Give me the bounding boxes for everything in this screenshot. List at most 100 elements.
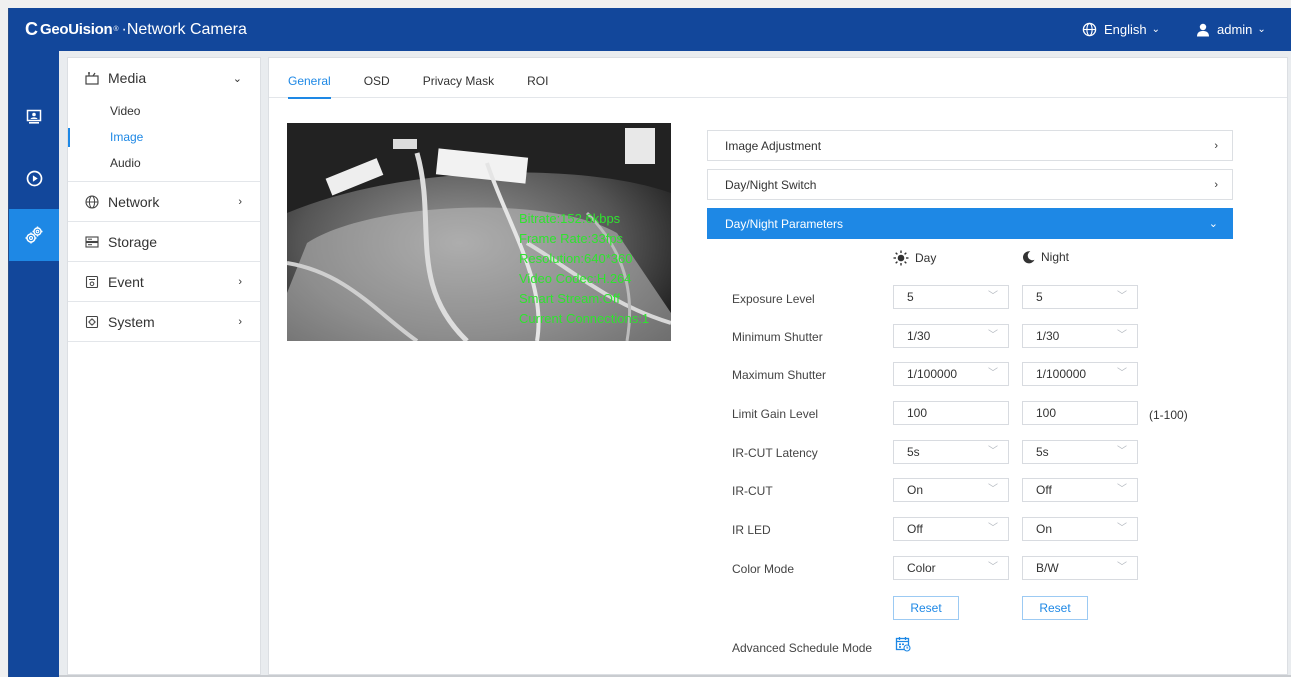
label-advanced-schedule-mode: Advanced Schedule Mode bbox=[732, 641, 873, 655]
moon-icon bbox=[1022, 251, 1035, 264]
minimum-shutter-day-select[interactable]: 1/30 ﹀ bbox=[893, 324, 1009, 348]
color-mode-day-select[interactable]: Color ﹀ bbox=[893, 556, 1009, 580]
exposure-level-night-value: 5 bbox=[1036, 290, 1043, 304]
menu-storage[interactable]: Storage bbox=[68, 222, 260, 262]
language-label: English bbox=[1104, 22, 1147, 37]
chevron-down-icon: ﹀ bbox=[1117, 330, 1127, 341]
globe-icon bbox=[85, 194, 99, 209]
reset-day-button[interactable]: Reset bbox=[893, 596, 959, 620]
logo-brand: GeoUision bbox=[40, 21, 113, 38]
reset-night-button[interactable]: Reset bbox=[1022, 596, 1088, 620]
chevron-down-icon: ﹀ bbox=[1117, 523, 1127, 534]
maximum-shutter-night-select[interactable]: 1/100000 ﹀ bbox=[1022, 362, 1138, 386]
section-day-night-switch[interactable]: Day/Night Switch › bbox=[707, 169, 1233, 200]
ir-cut-latency-day-select[interactable]: 5s ﹀ bbox=[893, 440, 1009, 464]
label-color-mode: Color Mode bbox=[732, 562, 795, 576]
ir-led-day-select[interactable]: Off ﹀ bbox=[893, 517, 1009, 541]
tab-roi[interactable]: ROI bbox=[527, 58, 548, 98]
tab-bar: General OSD Privacy Mask ROI bbox=[269, 58, 1287, 99]
chevron-down-icon: ⌄ bbox=[1151, 24, 1161, 35]
osd-frame-rate: Frame Rate:33fps bbox=[519, 231, 624, 246]
logo-mark: C bbox=[25, 19, 38, 39]
exposure-level-day-select[interactable]: 5 ﹀ bbox=[893, 285, 1009, 309]
exposure-level-night-select[interactable]: 5 ﹀ bbox=[1022, 285, 1138, 309]
side-menu: Media ⌄ Video Image Audio Network › Stor… bbox=[67, 57, 261, 675]
chevron-down-icon: ﹀ bbox=[988, 446, 998, 457]
logo: C GeoUision ® ·Network Camera bbox=[25, 19, 247, 40]
chevron-right-icon: › bbox=[1214, 178, 1218, 191]
limit-gain-level-night-input[interactable]: 100 bbox=[1022, 401, 1138, 425]
label-limit-gain-level: Limit Gain Level bbox=[732, 407, 819, 421]
main-panel: General OSD Privacy Mask ROI Bitrate:152… bbox=[268, 57, 1288, 675]
section-day-night-parameters-label: Day/Night Parameters bbox=[725, 216, 844, 231]
tab-privacy-mask[interactable]: Privacy Mask bbox=[423, 58, 494, 98]
user-name: admin bbox=[1217, 22, 1253, 37]
chevron-down-icon: ﹀ bbox=[988, 330, 998, 341]
color-mode-night-select[interactable]: B/W ﹀ bbox=[1022, 556, 1138, 580]
submenu-video[interactable]: Video bbox=[68, 98, 260, 124]
tab-osd[interactable]: OSD bbox=[364, 58, 390, 98]
day-column-header: Day bbox=[893, 250, 936, 266]
maximum-shutter-night-value: 1/100000 bbox=[1036, 367, 1087, 381]
maximum-shutter-day-select[interactable]: 1/100000 ﹀ bbox=[893, 362, 1009, 386]
rail-settings[interactable] bbox=[9, 209, 59, 261]
chevron-down-icon: ﹀ bbox=[988, 368, 998, 379]
label-ir-cut-latency: IR-CUT Latency bbox=[732, 446, 818, 460]
section-image-adjustment-label: Image Adjustment bbox=[725, 138, 822, 153]
schedule-calendar-icon[interactable] bbox=[895, 636, 911, 655]
product-name: ·Network Camera bbox=[121, 20, 247, 38]
chevron-down-icon: ﹀ bbox=[1117, 484, 1127, 495]
limit-gain-level-day-input[interactable]: 100 bbox=[893, 401, 1009, 425]
label-maximum-shutter: Maximum Shutter bbox=[732, 368, 827, 382]
section-day-night-parameters[interactable]: Day/Night Parameters ⌄ bbox=[707, 208, 1233, 239]
ir-led-night-select[interactable]: On ﹀ bbox=[1022, 517, 1138, 541]
submenu-image[interactable]: Image bbox=[68, 124, 260, 150]
ir-cut-latency-night-select[interactable]: 5s ﹀ bbox=[1022, 440, 1138, 464]
chevron-right-icon: › bbox=[1214, 139, 1218, 152]
system-icon bbox=[85, 315, 99, 329]
rail-live-view[interactable] bbox=[9, 91, 59, 143]
section-image-adjustment[interactable]: Image Adjustment › bbox=[707, 130, 1233, 161]
event-icon bbox=[85, 275, 99, 289]
ir-cut-latency-night-value: 5s bbox=[1036, 445, 1049, 459]
night-column-label: Night bbox=[1041, 250, 1070, 264]
label-ir-led: IR LED bbox=[732, 523, 771, 537]
media-submenu: Video Image Audio bbox=[68, 98, 260, 182]
chevron-down-icon: ﹀ bbox=[988, 484, 998, 495]
label-exposure-level: Exposure Level bbox=[732, 292, 815, 306]
menu-media-label: Media bbox=[108, 70, 147, 86]
rail-playback[interactable] bbox=[9, 152, 59, 204]
ir-cut-night-value: Off bbox=[1036, 483, 1052, 497]
video-osd-overlay: Bitrate:152.6kbps Frame Rate:33fps Resol… bbox=[519, 209, 649, 329]
chevron-right-icon: › bbox=[238, 315, 242, 328]
chevron-down-icon: ﹀ bbox=[988, 291, 998, 302]
submenu-audio[interactable]: Audio bbox=[68, 150, 260, 176]
day-column-label: Day bbox=[915, 251, 937, 265]
night-column-header: Night bbox=[1022, 250, 1069, 264]
ir-cut-night-select[interactable]: Off ﹀ bbox=[1022, 478, 1138, 502]
exposure-level-day-value: 5 bbox=[907, 290, 914, 304]
language-selector[interactable]: English ⌄ bbox=[1082, 22, 1160, 37]
ir-cut-day-select[interactable]: On ﹀ bbox=[893, 478, 1009, 502]
osd-bitrate: Bitrate:152.6kbps bbox=[519, 211, 621, 226]
chevron-down-icon: ﹀ bbox=[1117, 291, 1127, 302]
menu-network[interactable]: Network › bbox=[68, 182, 260, 222]
chevron-down-icon: ⌄ bbox=[232, 72, 242, 85]
osd-smart-stream: Smart Stream:Off bbox=[519, 291, 620, 306]
user-icon bbox=[1197, 23, 1209, 36]
ir-led-day-value: Off bbox=[907, 522, 923, 536]
minimum-shutter-night-select[interactable]: 1/30 ﹀ bbox=[1022, 324, 1138, 348]
chevron-down-icon: ⌄ bbox=[1257, 24, 1266, 35]
tab-general[interactable]: General bbox=[288, 58, 331, 99]
ir-led-night-value: On bbox=[1036, 522, 1053, 536]
menu-media[interactable]: Media ⌄ bbox=[68, 58, 260, 98]
menu-system-label: System bbox=[108, 313, 155, 330]
chevron-right-icon: › bbox=[238, 275, 242, 288]
chevron-right-icon: › bbox=[238, 195, 242, 208]
label-minimum-shutter: Minimum Shutter bbox=[732, 330, 823, 344]
menu-event[interactable]: Event › bbox=[68, 262, 260, 302]
user-menu[interactable]: admin ⌄ bbox=[1196, 22, 1266, 37]
live-video-preview[interactable]: Bitrate:152.6kbps Frame Rate:33fps Resol… bbox=[287, 123, 671, 341]
menu-system[interactable]: System › bbox=[68, 302, 260, 342]
minimum-shutter-day-value: 1/30 bbox=[907, 329, 931, 343]
